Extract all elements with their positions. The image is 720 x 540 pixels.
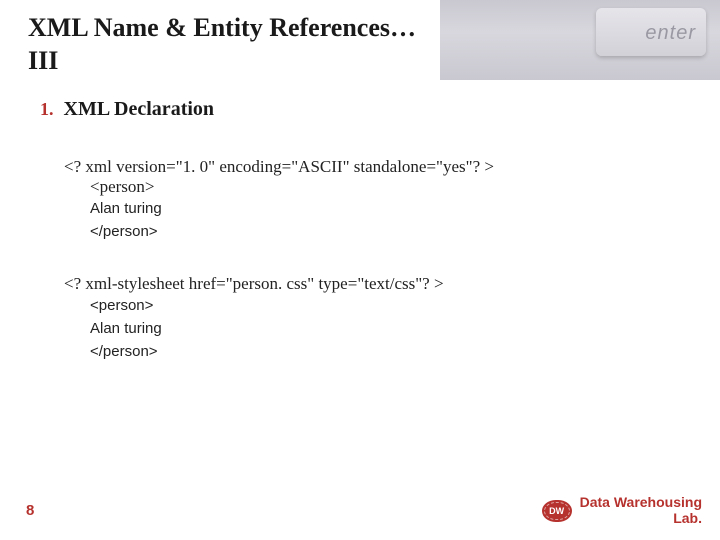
section-heading: 1. XML Declaration [40,98,680,121]
dw-label-line-1: Data Warehousing [580,494,702,510]
xml-stylesheet-line: <? xml-stylesheet href="person. css" typ… [64,274,680,294]
slide-footer: 8 DW Data Warehousing Lab. [0,495,720,526]
code-block-2: <? xml-stylesheet href="person. css" typ… [64,274,680,364]
code-block-1: <? xml version="1. 0" encoding="ASCII" s… [64,157,680,244]
dw-lab-label: Data Warehousing Lab. [580,495,702,526]
slide-content: 1. XML Declaration <? xml version="1. 0"… [0,80,720,363]
dw-logo-text: DW [549,506,564,516]
person-open-tag-2: <person> [90,294,680,317]
section-title: XML Declaration [64,98,215,121]
footer-branding: DW Data Warehousing Lab. [542,495,702,526]
person-body-text: Alan turing [90,197,680,220]
title-line-2: III [28,46,58,75]
slide-header: enter XML Name & Entity References… III [0,0,720,80]
dw-label-line-2: Lab. [673,510,702,526]
person-close-tag-2: </person> [90,340,680,363]
dw-logo-icon: DW [542,500,572,522]
slide-title: XML Name & Entity References… III [28,12,692,77]
person-close-tag: </person> [90,220,680,243]
xml-declaration-line: <? xml version="1. 0" encoding="ASCII" s… [64,157,680,177]
person-open-tag: <person> [90,177,680,197]
section-number: 1. [40,99,54,120]
page-number: 8 [26,502,34,519]
title-line-1: XML Name & Entity References… [28,13,416,42]
person-body-text-2: Alan turing [90,317,680,340]
